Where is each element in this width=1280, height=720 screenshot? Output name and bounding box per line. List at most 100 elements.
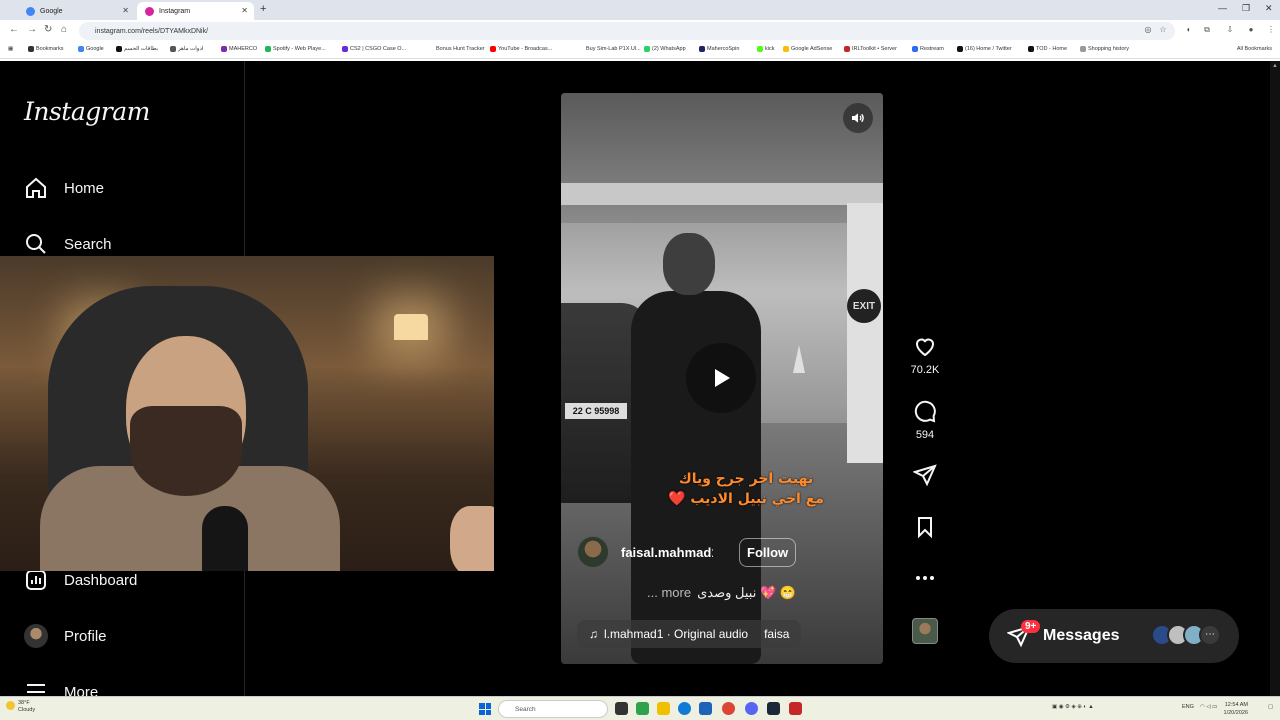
instagram-app: Instagram Home Search Dashboard Profile …: [0, 61, 1280, 696]
extension-icon[interactable]: ◐: [1184, 25, 1194, 35]
menu-kebab-icon[interactable]: ⋮: [1266, 25, 1276, 35]
tab-instagram[interactable]: Instagram ✕: [137, 2, 254, 20]
bookmark-item[interactable]: Google: [78, 46, 104, 52]
messages-label: Messages: [1043, 627, 1120, 644]
more-link[interactable]: ... more: [647, 585, 691, 601]
sidebar-item-dashboard[interactable]: Dashboard: [24, 568, 137, 592]
discord-icon[interactable]: [745, 702, 758, 715]
steam-icon[interactable]: [767, 702, 780, 715]
like-button[interactable]: 70.2K: [900, 334, 950, 376]
chrome-icon[interactable]: [722, 702, 735, 715]
scroll-up-icon[interactable]: ▲: [1272, 63, 1278, 69]
apps-grid-icon[interactable]: ▦: [8, 46, 13, 52]
bookmark-item[interactable]: Restream: [912, 46, 944, 52]
more-options-button[interactable]: [900, 566, 950, 590]
tray-icons[interactable]: ▣ ◉ ⚙ ◈ ⊕ ◐ ▲: [1052, 704, 1094, 710]
owner-avatar[interactable]: [577, 536, 609, 568]
bookmark-label: (2) WhatsApp: [652, 46, 686, 52]
audio-label: l.mahmad1 · Original audio: [604, 627, 749, 641]
bookmark-label: MAHERCO: [229, 46, 258, 52]
tab-strip: Google ✕ Instagram ✕ + — ❐ ✕: [0, 0, 1280, 20]
taskbar: 38°F Cloudy Search ▣ ◉ ⚙ ◈ ⊕ ◐ ▲ ENG ◠ ◁…: [0, 696, 1280, 720]
volume-button[interactable]: [843, 103, 873, 133]
bookmark-item[interactable]: YouTube - Broadcas...: [490, 46, 552, 52]
bookmark-item[interactable]: (2) WhatsApp: [644, 46, 686, 52]
file-explorer-icon[interactable]: [657, 702, 670, 715]
reload-icon[interactable]: ↻: [44, 24, 52, 35]
windows-start-icon[interactable]: [479, 703, 491, 715]
owner-username[interactable]: faisal.mahmad1: [621, 545, 713, 560]
sidebar-item-profile[interactable]: Profile: [24, 624, 107, 648]
profile-avatar[interactable]: ●: [1246, 25, 1256, 35]
address-bar[interactable]: instagram.com/reels/DTYAMkxDNik/: [79, 22, 1175, 40]
app-icon[interactable]: [636, 702, 649, 715]
audio-pill[interactable]: ♫ l.mahmad1 · Original audio faisa: [577, 620, 802, 648]
bookmark-item[interactable]: ادوات ماهر: [170, 46, 203, 52]
close-window-button[interactable]: ✕: [1265, 3, 1273, 14]
instagram-logo[interactable]: Instagram: [24, 97, 150, 126]
like-count: 70.2K: [910, 364, 940, 376]
instagram-favicon-icon: [145, 6, 154, 16]
share-button[interactable]: [900, 463, 950, 487]
system-clock[interactable]: 12:54 AM 1/20/2026: [1224, 701, 1248, 717]
bookmark-item[interactable]: MAHERCO: [221, 46, 257, 52]
downloads-icon[interactable]: ⇩: [1225, 25, 1235, 35]
bookmark-item[interactable]: Bookmarks: [28, 46, 64, 52]
extensions-puzzle-icon[interactable]: ⧉: [1202, 25, 1212, 35]
store-icon[interactable]: [699, 702, 712, 715]
bookmark-favicon-icon: [699, 46, 705, 52]
home-icon[interactable]: ⌂: [61, 24, 67, 35]
bookmark-item[interactable]: TOD - Home: [1028, 46, 1067, 52]
lens-icon[interactable]: ◎: [1143, 25, 1153, 35]
more-dots-icon: [916, 576, 934, 580]
bookmark-item[interactable]: Shopping history: [1080, 46, 1129, 52]
sidebar-item-home[interactable]: Home: [24, 176, 104, 200]
back-icon[interactable]: ←: [9, 24, 19, 35]
traffic-cone: [793, 345, 805, 373]
messages-button[interactable]: 9+ Messages ⋯: [989, 609, 1239, 663]
bookmark-item[interactable]: Buy Sim-Lab P1X Ul...: [578, 46, 641, 52]
comment-button[interactable]: 594: [900, 399, 950, 441]
bookmark-star-icon[interactable]: ☆: [1158, 25, 1168, 35]
all-bookmarks-button[interactable]: All Bookmarks: [1237, 46, 1272, 52]
sidebar-item-more[interactable]: More: [24, 680, 98, 696]
reel-video[interactable]: EXIT 22 C 95998 نهيت اخر جرح وياك مع اخي…: [561, 93, 883, 664]
close-tab-icon[interactable]: ✕: [122, 6, 129, 15]
sidebar-item-search[interactable]: Search: [24, 232, 112, 256]
language-indicator[interactable]: ENG: [1182, 704, 1194, 710]
tab-google[interactable]: Google ✕: [18, 2, 135, 20]
new-tab-button[interactable]: +: [260, 3, 266, 15]
forward-icon[interactable]: →: [27, 24, 37, 35]
play-button[interactable]: [686, 343, 756, 413]
bookmark-item[interactable]: (16) Home / Twitter: [957, 46, 1012, 52]
home-icon: [26, 177, 46, 198]
reel-owner: faisal.mahmad1 Follow: [577, 536, 797, 568]
notifications-icon[interactable]: ▢: [1268, 704, 1273, 710]
maximize-button[interactable]: ❐: [1242, 3, 1250, 14]
network-volume-icons[interactable]: ◠ ◁ ▭: [1200, 704, 1217, 710]
minimize-button[interactable]: —: [1218, 3, 1227, 13]
bookmark-item[interactable]: CS2 | CSGO Case O...: [342, 46, 406, 52]
url-text: instagram.com/reels/DTYAMkxDNik/: [95, 27, 209, 35]
audio-thumbnail[interactable]: [912, 618, 938, 644]
edge-icon[interactable]: [678, 702, 691, 715]
weather-widget[interactable]: 38°F Cloudy: [6, 700, 35, 714]
tab-label: Instagram: [159, 7, 191, 15]
follow-button[interactable]: Follow: [739, 537, 797, 567]
bookmark-item[interactable]: MahercoSpin: [699, 46, 739, 52]
app-icon[interactable]: [789, 702, 802, 715]
bookmark-item[interactable]: Spotify - Web Playe...: [265, 46, 326, 52]
taskbar-search[interactable]: Search: [498, 700, 608, 718]
bookmark-item[interactable]: kick: [757, 46, 774, 52]
caption-heart: ❤️: [668, 491, 686, 507]
bookmark-item[interactable]: IRLToolkit • Server: [844, 46, 897, 52]
task-view-icon[interactable]: [615, 702, 628, 715]
bookmark-item[interactable]: Bonus Hunt Tracker: [428, 46, 485, 52]
video-caption-overlay: نهيت اخر جرح وياك مع اخي نبيل الاديب ❤️: [621, 469, 871, 509]
bookmark-item[interactable]: بطاقات الحسم: [116, 46, 158, 52]
bookmark-item[interactable]: Google AdSense: [783, 46, 832, 52]
close-tab-icon[interactable]: ✕: [241, 6, 248, 15]
person-hand: [450, 506, 494, 571]
save-button[interactable]: [900, 515, 950, 539]
scrollbar[interactable]: ▲: [1270, 61, 1280, 696]
